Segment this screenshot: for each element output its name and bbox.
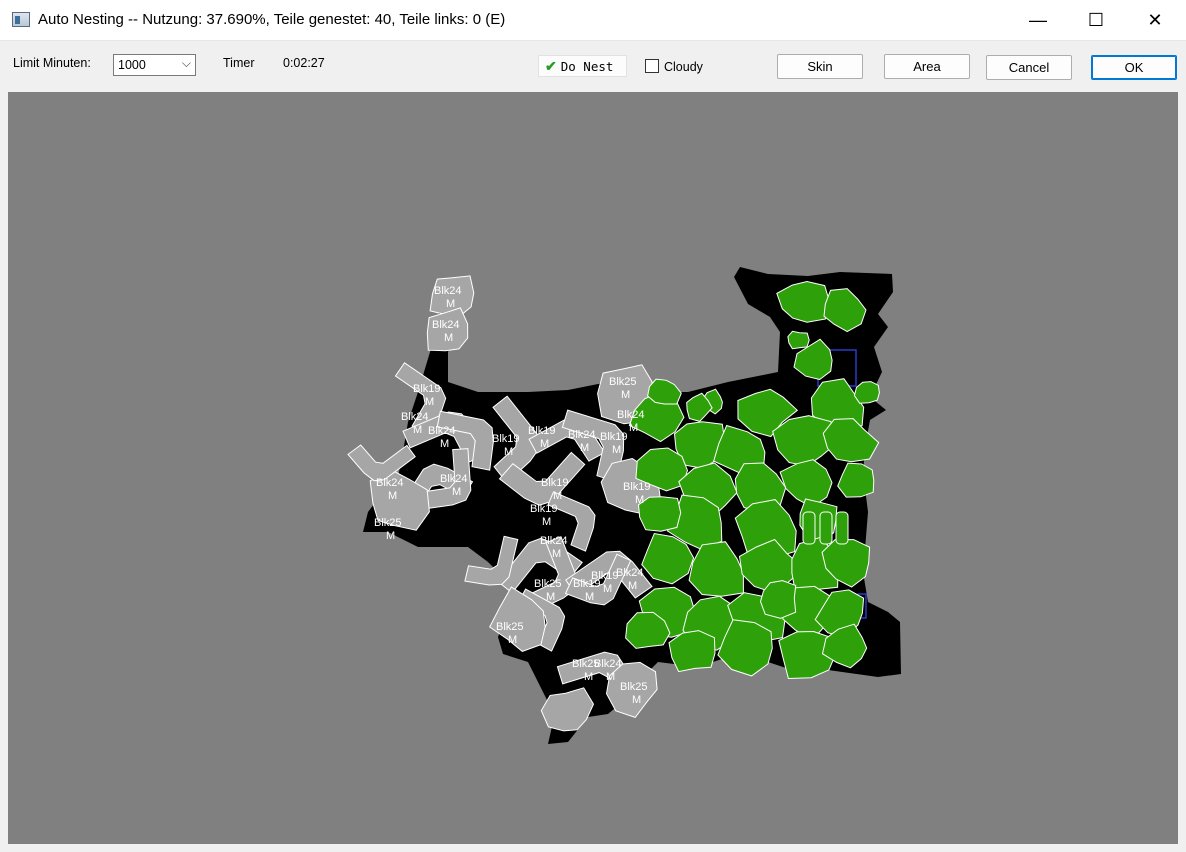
piece-label-name: Blk19 bbox=[413, 383, 441, 395]
piece-label-qty: M bbox=[444, 332, 453, 344]
cancel-button[interactable]: Cancel bbox=[986, 55, 1072, 80]
piece-label-name: Blk19 bbox=[600, 431, 628, 443]
green-piece-detail bbox=[819, 511, 833, 545]
piece-label-name: Blk19 bbox=[573, 578, 601, 590]
minimize-icon: — bbox=[1029, 9, 1047, 30]
piece-label-qty: M bbox=[632, 694, 641, 706]
area-button-label: Area bbox=[913, 59, 941, 74]
piece-label-name: Blk24 bbox=[401, 411, 429, 423]
skin-button[interactable]: Skin bbox=[777, 54, 863, 79]
piece-label-name: Blk25 bbox=[620, 681, 648, 693]
window-bottom-border bbox=[0, 844, 1186, 852]
cloudy-label[interactable]: Cloudy bbox=[664, 60, 703, 74]
minimize-button[interactable]: — bbox=[1009, 0, 1067, 40]
piece-label-name: Blk25 bbox=[609, 376, 637, 388]
piece-label-qty: M bbox=[425, 396, 434, 408]
piece-label-qty: M bbox=[553, 490, 562, 502]
timer-value: 0:02:27 bbox=[283, 56, 325, 70]
piece-label-name: Blk24 bbox=[440, 473, 468, 485]
checkmark-icon: ✔ bbox=[545, 57, 557, 74]
piece-label-qty: M bbox=[580, 442, 589, 454]
piece-label-name: Blk19 bbox=[492, 433, 520, 445]
green-piece bbox=[637, 496, 682, 532]
timer-label: Timer bbox=[223, 56, 255, 70]
piece-label-qty: M bbox=[635, 494, 644, 506]
window-title: Auto Nesting -- Nutzung: 37.690%, Teile … bbox=[38, 11, 506, 28]
piece-label-qty: M bbox=[386, 530, 395, 542]
limit-minutes-label: Limit Minuten: bbox=[13, 56, 91, 70]
piece-label-qty: M bbox=[540, 438, 549, 450]
limit-minutes-value: 1000 bbox=[118, 58, 146, 72]
area-button[interactable]: Area bbox=[884, 54, 970, 79]
piece-label-name: Blk24 bbox=[594, 658, 622, 670]
piece-label-name: Blk25 bbox=[496, 621, 524, 633]
nesting-canvas[interactable]: Blk24 M Blk24 M Blk19 M Blk24 M Blk24 M Blk19 M Blk1… bbox=[8, 92, 1178, 844]
ok-button[interactable]: OK bbox=[1091, 55, 1177, 80]
piece-label-name: Blk24 bbox=[376, 477, 404, 489]
piece-label-qty: M bbox=[629, 422, 638, 434]
piece-label-qty: M bbox=[552, 548, 561, 560]
green-piece bbox=[787, 330, 810, 350]
piece-label-qty: M bbox=[504, 446, 513, 458]
close-button[interactable]: ✕ bbox=[1126, 0, 1184, 40]
piece-label-qty: M bbox=[413, 424, 422, 436]
piece-label-qty: M bbox=[612, 444, 621, 456]
maximize-button[interactable]: ☐ bbox=[1067, 0, 1125, 40]
piece-label-name: Blk19 bbox=[541, 477, 569, 489]
piece-label-qty: M bbox=[628, 580, 637, 592]
limit-minutes-select[interactable]: 1000 ⌵ bbox=[113, 54, 196, 76]
do-nest-label: Do Nest bbox=[560, 58, 614, 74]
piece-label-qty: M bbox=[621, 389, 630, 401]
close-icon: ✕ bbox=[1147, 9, 1163, 30]
title-bar: Auto Nesting -- Nutzung: 37.690%, Teile … bbox=[0, 0, 1186, 41]
green-piece bbox=[647, 378, 682, 405]
piece-label-qty: M bbox=[546, 591, 555, 603]
piece-label-name: Blk24 bbox=[434, 285, 462, 297]
piece-label-qty: M bbox=[584, 671, 593, 683]
skin-button-label: Skin bbox=[807, 59, 833, 74]
piece-label-qty: M bbox=[440, 438, 449, 450]
do-nest-toggle[interactable]: ✔ Do Nest bbox=[538, 55, 627, 77]
chevron-down-icon: ⌵ bbox=[181, 56, 191, 70]
piece-label-name: Blk24 bbox=[428, 425, 456, 437]
green-piece-detail bbox=[802, 511, 816, 545]
piece-label-name: Blk24 bbox=[432, 319, 460, 331]
nesting-drawing[interactable]: Blk24MBlk24MBlk19MBlk24M Blk24M Blk19MBlk1… bbox=[8, 92, 1178, 844]
piece-label-name: Blk25 bbox=[534, 578, 562, 590]
piece-label-name: Blk24 bbox=[540, 535, 568, 547]
piece-label-qty: M bbox=[446, 298, 455, 310]
piece-label-qty: M bbox=[388, 490, 397, 502]
maximize-icon: ☐ bbox=[1087, 9, 1105, 30]
piece-label-qty: M bbox=[603, 583, 612, 595]
piece-label-qty: M bbox=[585, 591, 594, 603]
piece-label-qty: M bbox=[452, 486, 461, 498]
piece-label-name: Blk24 bbox=[568, 429, 596, 441]
piece-label-qty: M bbox=[542, 516, 551, 528]
piece-label-name: Blk19 bbox=[530, 503, 558, 515]
ok-button-label: OK bbox=[1124, 60, 1144, 75]
piece-label-name: Blk19 bbox=[623, 481, 651, 493]
cancel-button-label: Cancel bbox=[1008, 60, 1050, 75]
cloudy-checkbox[interactable] bbox=[645, 59, 659, 73]
piece-label-qty: M bbox=[508, 634, 517, 646]
piece-label-name: Blk24 bbox=[617, 409, 645, 421]
piece-label-name: Blk24 bbox=[616, 567, 644, 579]
piece-label-qty: M bbox=[606, 671, 615, 683]
piece-label-name: Blk19 bbox=[528, 425, 556, 437]
green-piece-detail bbox=[835, 511, 849, 545]
app-icon bbox=[12, 12, 30, 27]
piece-label-name: Blk25 bbox=[374, 517, 402, 529]
